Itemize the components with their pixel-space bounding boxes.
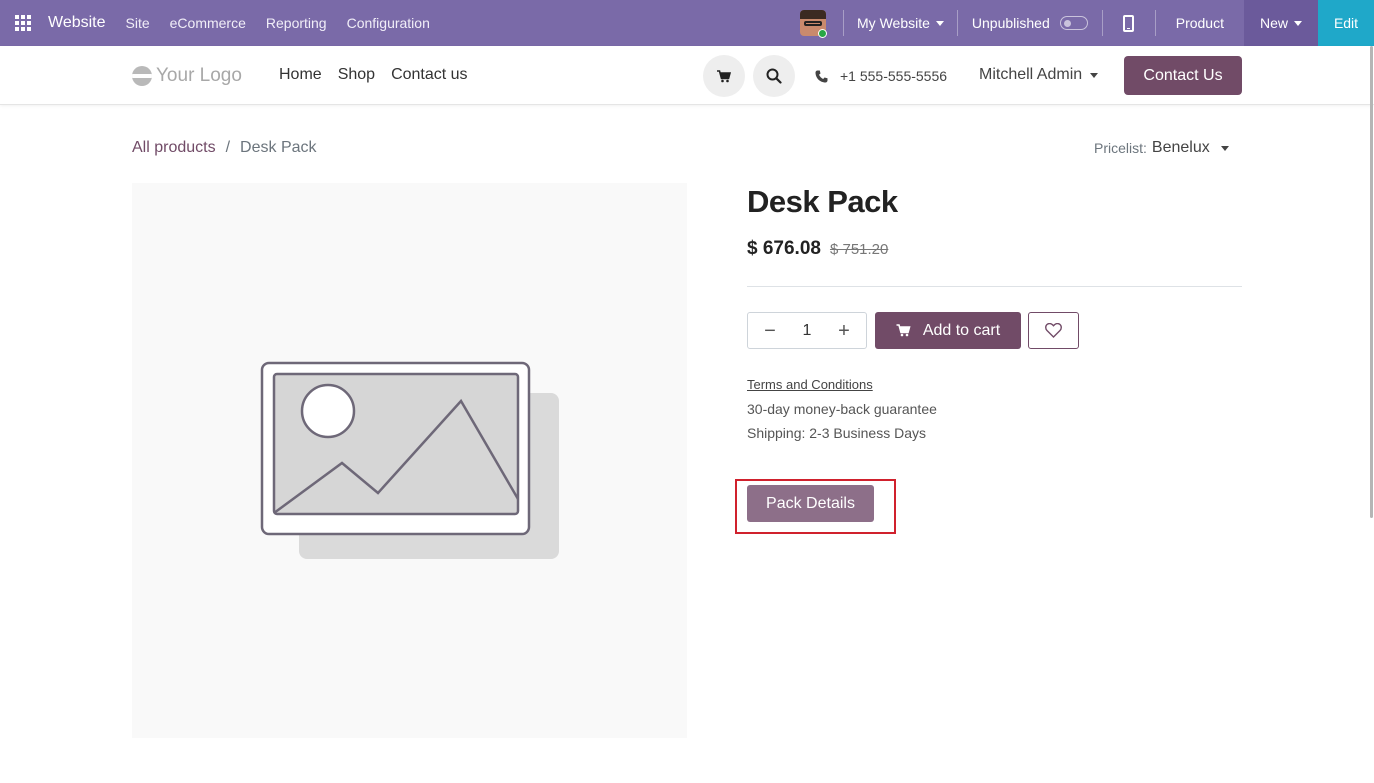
product-image xyxy=(132,183,687,738)
phone-icon xyxy=(815,70,828,82)
publish-status-label: Unpublished xyxy=(971,15,1050,31)
scrollbar[interactable] xyxy=(1370,46,1373,518)
original-price: $ 751.20 xyxy=(829,241,889,258)
cart-button[interactable] xyxy=(703,55,745,97)
image-placeholder-icon xyxy=(260,361,559,559)
product-price: $ 676.08 $ 751.20 xyxy=(747,238,888,260)
chevron-down-icon xyxy=(1220,145,1229,151)
pricelist-value: Benelux xyxy=(1151,139,1210,156)
chevron-down-icon xyxy=(1294,20,1302,26)
chevron-down-icon xyxy=(935,20,944,26)
phone-number: +1 555-555-5556 xyxy=(840,68,948,84)
main-nav: Home Shop Contact us xyxy=(279,66,468,84)
heart-icon xyxy=(1045,323,1062,338)
pricelist-label: Pricelist: xyxy=(1094,140,1147,156)
phone-link[interactable]: +1 555-555-5556 xyxy=(815,68,947,84)
quantity-input[interactable]: 1 xyxy=(803,322,812,340)
new-button[interactable]: New xyxy=(1243,0,1318,46)
wishlist-button[interactable] xyxy=(1028,312,1079,349)
guarantee-text: 30-day money-back guarantee xyxy=(747,401,937,417)
nav-shop[interactable]: Shop xyxy=(338,66,375,84)
menu-reporting[interactable]: Reporting xyxy=(266,15,327,31)
add-to-cart-label: Add to cart xyxy=(922,321,1001,339)
breadcrumb: All products / Desk Pack xyxy=(132,139,317,157)
product-button[interactable]: Product xyxy=(1156,0,1244,46)
site-header: Your Logo Home Shop Contact us +1 555-55… xyxy=(0,46,1374,105)
menu-site[interactable]: Site xyxy=(126,15,150,31)
site-logo[interactable]: Your Logo xyxy=(132,65,242,87)
logo-text: Your Logo xyxy=(156,65,242,86)
plus-icon[interactable]: + xyxy=(834,321,854,341)
publish-toggle[interactable]: Unpublished xyxy=(958,15,1102,31)
contact-us-button[interactable]: Contact Us xyxy=(1124,56,1242,95)
breadcrumb-current: Desk Pack xyxy=(240,139,317,156)
highlight-box xyxy=(735,479,896,534)
nav-contact-us[interactable]: Contact us xyxy=(391,66,467,84)
cart-icon xyxy=(717,69,731,82)
website-selector[interactable]: My Website xyxy=(844,15,957,31)
logo-icon xyxy=(132,66,152,86)
admin-navbar: Website Site eCommerce Reporting Configu… xyxy=(0,0,1374,46)
edit-button[interactable]: Edit xyxy=(1318,0,1374,46)
minus-icon[interactable]: − xyxy=(760,321,780,341)
mobile-preview-icon[interactable] xyxy=(1103,0,1155,46)
divider xyxy=(747,286,1242,287)
pricelist-selector[interactable]: Pricelist: Benelux xyxy=(1094,139,1229,157)
quantity-stepper: − 1 + xyxy=(747,312,867,349)
app-name[interactable]: Website xyxy=(48,14,106,32)
new-button-label: New xyxy=(1259,15,1288,31)
breadcrumb-all-products[interactable]: All products xyxy=(132,139,216,157)
search-button[interactable] xyxy=(753,55,795,97)
terms-link[interactable]: Terms and Conditions xyxy=(747,377,873,392)
add-to-cart-button[interactable]: Add to cart xyxy=(875,312,1021,349)
website-selector-label: My Website xyxy=(857,15,930,31)
toggle-switch[interactable] xyxy=(1059,16,1088,30)
shipping-text: Shipping: 2-3 Business Days xyxy=(747,425,926,441)
menu-ecommerce[interactable]: eCommerce xyxy=(170,15,246,31)
search-icon xyxy=(766,68,782,84)
online-status-icon xyxy=(818,29,828,38)
menu-configuration[interactable]: Configuration xyxy=(347,15,430,31)
nav-home[interactable]: Home xyxy=(279,66,322,84)
current-price: $ 676.08 xyxy=(747,238,821,259)
apps-icon[interactable] xyxy=(0,0,46,46)
user-menu[interactable]: Mitchell Admin xyxy=(979,66,1099,84)
user-avatar[interactable] xyxy=(783,0,843,46)
product-title: Desk Pack xyxy=(747,184,898,219)
user-name: Mitchell Admin xyxy=(979,66,1083,83)
breadcrumb-separator: / xyxy=(225,139,231,156)
chevron-down-icon xyxy=(1090,72,1099,78)
cart-icon xyxy=(896,324,911,337)
